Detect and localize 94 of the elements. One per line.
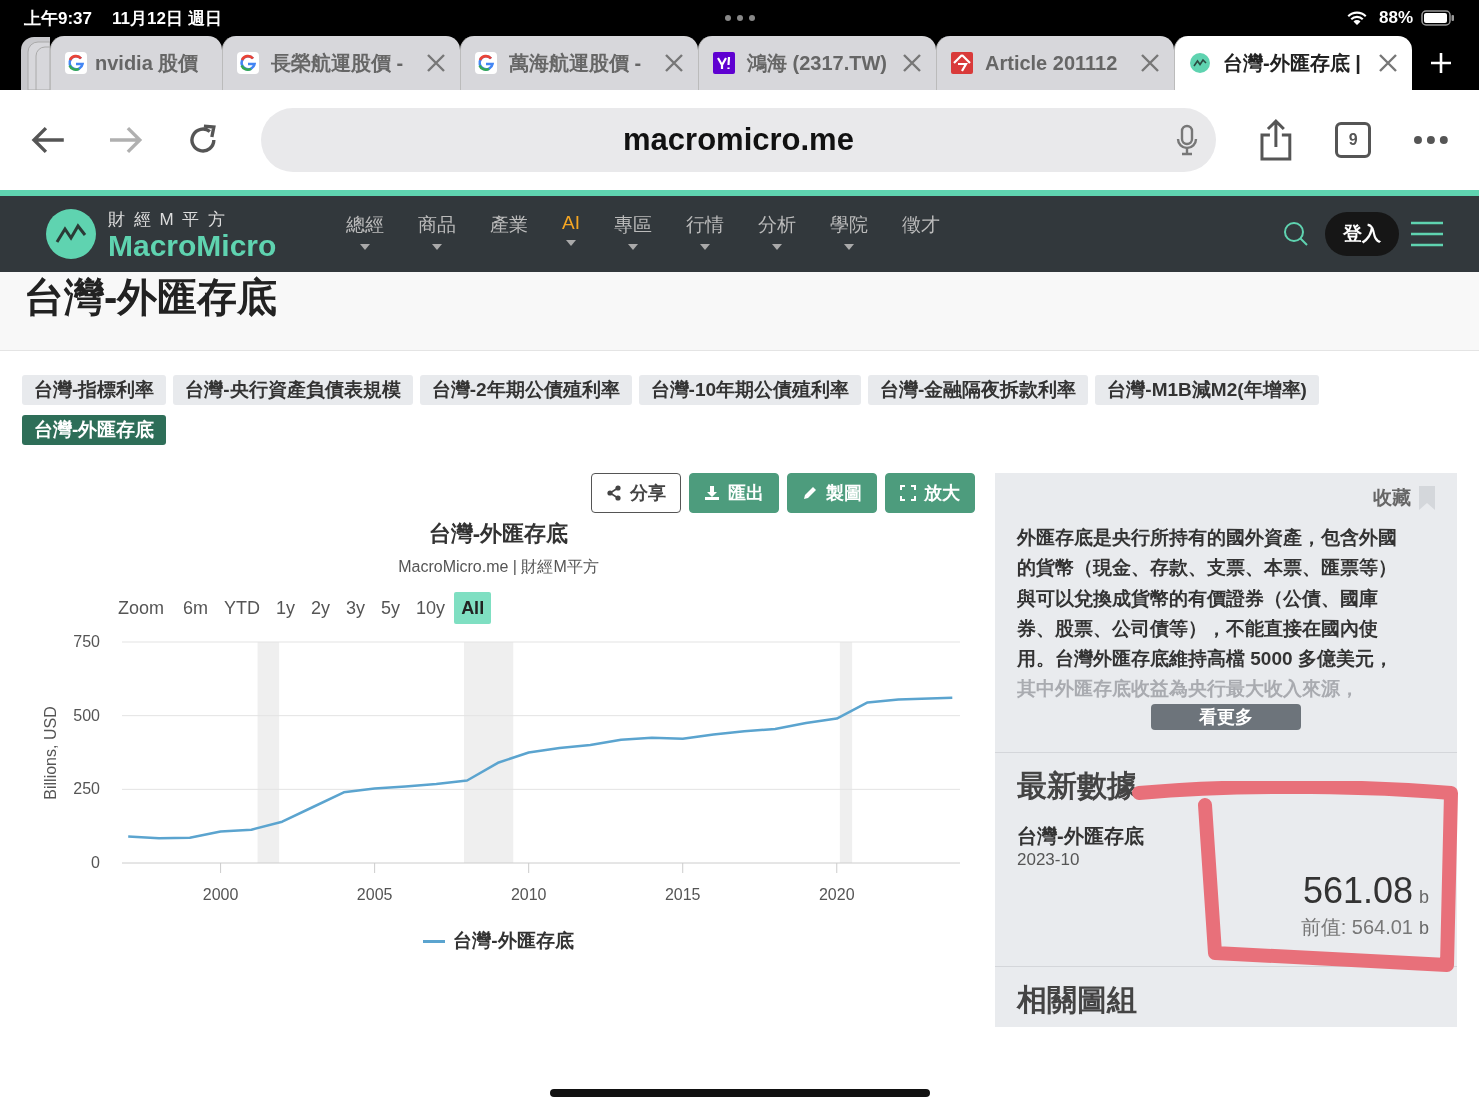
nav-item[interactable]: 專區 (613, 212, 652, 256)
logo-icon[interactable] (46, 209, 96, 259)
button-icon (802, 485, 818, 501)
series-name: 台灣-外匯存底 (1017, 824, 1145, 849)
search-icon[interactable] (1283, 221, 1309, 247)
section-heading: 最新數據 (1017, 768, 1138, 804)
tag-chip[interactable]: 台灣-金融隔夜拆款利率 (868, 375, 1089, 405)
x-tick-label: 2000 (202, 886, 239, 903)
more-dots-icon[interactable] (724, 14, 756, 22)
value-unit: b (1419, 887, 1429, 908)
tag-chip[interactable]: 台灣-央行資產負債表規模 (173, 375, 413, 405)
nav-item[interactable]: 行情 (685, 212, 724, 256)
address-bar[interactable]: macromicro.me (261, 108, 1216, 172)
legend-item[interactable]: 台灣-外匯存底 (423, 928, 574, 954)
logo-title[interactable]: MacroMicro (108, 230, 277, 261)
nav-item[interactable]: 分析 (757, 212, 796, 256)
wifi-icon (1346, 10, 1367, 26)
bookmark-label[interactable]: 收藏 (1373, 485, 1411, 511)
chart-action-button[interactable]: 匯出 (689, 473, 779, 513)
range-button[interactable]: 6m (176, 592, 216, 624)
x-tick-label: 2015 (664, 886, 701, 903)
tag-chip[interactable]: 台灣-M1B減M2(年增率) (1095, 375, 1319, 405)
range-button[interactable]: 10y (409, 592, 453, 624)
zoom-label: Zoom (118, 597, 164, 619)
status-time: 上午9:37 (24, 7, 93, 30)
y-axis-title: Billions, USD (42, 706, 59, 800)
range-button[interactable]: 2y (304, 592, 338, 624)
see-more-button[interactable]: 看更多 (1151, 704, 1301, 730)
browser-tab[interactable]: 長榮航運股價 - (222, 36, 460, 90)
nav-item[interactable]: 產業 (490, 212, 528, 256)
tag-chip[interactable]: 台灣-2年期公債殖利率 (419, 375, 632, 405)
new-tab-icon[interactable] (1430, 52, 1452, 74)
x-tick-label: 2005 (356, 886, 393, 903)
close-icon[interactable] (1378, 53, 1398, 73)
close-icon[interactable] (1140, 53, 1160, 73)
browser-tab[interactable]: 台灣-外匯存底 | (1174, 36, 1412, 90)
chart-action-button[interactable]: 製圖 (787, 473, 877, 513)
chart-action-button[interactable]: 放大 (885, 473, 975, 513)
stacked-tabs-drawing[interactable] (20, 36, 50, 90)
close-icon[interactable] (664, 53, 684, 73)
share-icon[interactable] (1257, 119, 1294, 161)
status-date: 11月12日 週日 (112, 7, 222, 30)
tag-chip[interactable]: 台灣-指標利率 (22, 375, 167, 405)
y-tick-label: 500 (73, 706, 100, 724)
favicon-icon (237, 52, 259, 74)
y-tick-label: 0 (91, 854, 100, 871)
series-date: 2023-10 (1017, 850, 1081, 870)
tag-chip[interactable]: 台灣-外匯存底 (22, 415, 167, 445)
range-button[interactable]: 5y (374, 592, 408, 624)
previous-value: 前值: 564.01 (1300, 915, 1413, 940)
browser-tab[interactable]: 鴻海 (2317.TW) (698, 36, 936, 90)
chart-title: 台灣-外匯存底 (427, 520, 570, 548)
x-tick-label: 2020 (818, 886, 855, 903)
nav-item[interactable]: 學院 (829, 212, 868, 256)
favicon-icon (1189, 52, 1211, 74)
logo-subtitle: 財 經 M 平 方 (108, 208, 229, 231)
chart-subtitle: MacroMicro.me | 財經M平方 (397, 557, 600, 577)
more-icon[interactable] (1413, 135, 1449, 145)
tab-count-button[interactable]: 9 (1335, 122, 1372, 158)
close-icon[interactable] (902, 53, 922, 73)
range-button[interactable]: YTD (217, 592, 268, 624)
microphone-icon[interactable] (1175, 124, 1198, 156)
back-arrow-icon[interactable] (30, 125, 66, 155)
description-text: 外匯存底是央行所持有的國外資產，包含外國 的貨幣（現金、存款、支票、本票、匯票等） 與可以兌換成貨幣的有價證券（公債、國庫 券、股票、公司債等），不能直接在國內使 用。台灣外匯存底維持高檔 5000 多億美元， 其中外匯存底收益為央行最大收入來源， (1017, 526, 1398, 702)
battery-percent: 88% (1378, 8, 1413, 28)
page-title: 台灣-外匯存底 (24, 274, 279, 321)
button-icon (900, 485, 916, 501)
nav-item[interactable]: 徵才 (901, 212, 940, 256)
tag-chip[interactable]: 台灣-10年期公債殖利率 (638, 375, 862, 405)
nav-item[interactable]: 商品 (418, 212, 456, 256)
nav-item[interactable]: 總經 (346, 212, 384, 256)
favicon-icon (65, 52, 87, 74)
button-icon (606, 485, 622, 501)
login-button[interactable]: 登入 (1325, 212, 1399, 256)
range-button[interactable]: 3y (339, 592, 373, 624)
favicon-icon (475, 52, 497, 74)
browser-tab[interactable]: 萬海航運股價 - (460, 36, 698, 90)
nav-item[interactable]: AI (562, 212, 580, 256)
range-button[interactable]: All (454, 592, 492, 624)
range-button[interactable]: 1y (269, 592, 303, 624)
button-icon (704, 485, 720, 501)
x-tick-label: 2010 (510, 886, 547, 903)
battery-icon (1421, 10, 1455, 26)
latest-value: 561.08 (1302, 870, 1413, 912)
browser-tab[interactable]: Article 201112 (936, 36, 1174, 90)
favicon-icon (951, 52, 973, 74)
y-tick-label: 250 (73, 780, 100, 798)
y-tick-label: 750 (73, 633, 100, 650)
chart-action-button[interactable]: 分享 (591, 473, 681, 513)
favicon-icon (713, 52, 735, 74)
value-unit: b (1419, 918, 1429, 939)
close-icon[interactable] (426, 53, 446, 73)
section-heading: 相關圖組 (1017, 982, 1138, 1018)
menu-icon[interactable] (1411, 221, 1443, 247)
